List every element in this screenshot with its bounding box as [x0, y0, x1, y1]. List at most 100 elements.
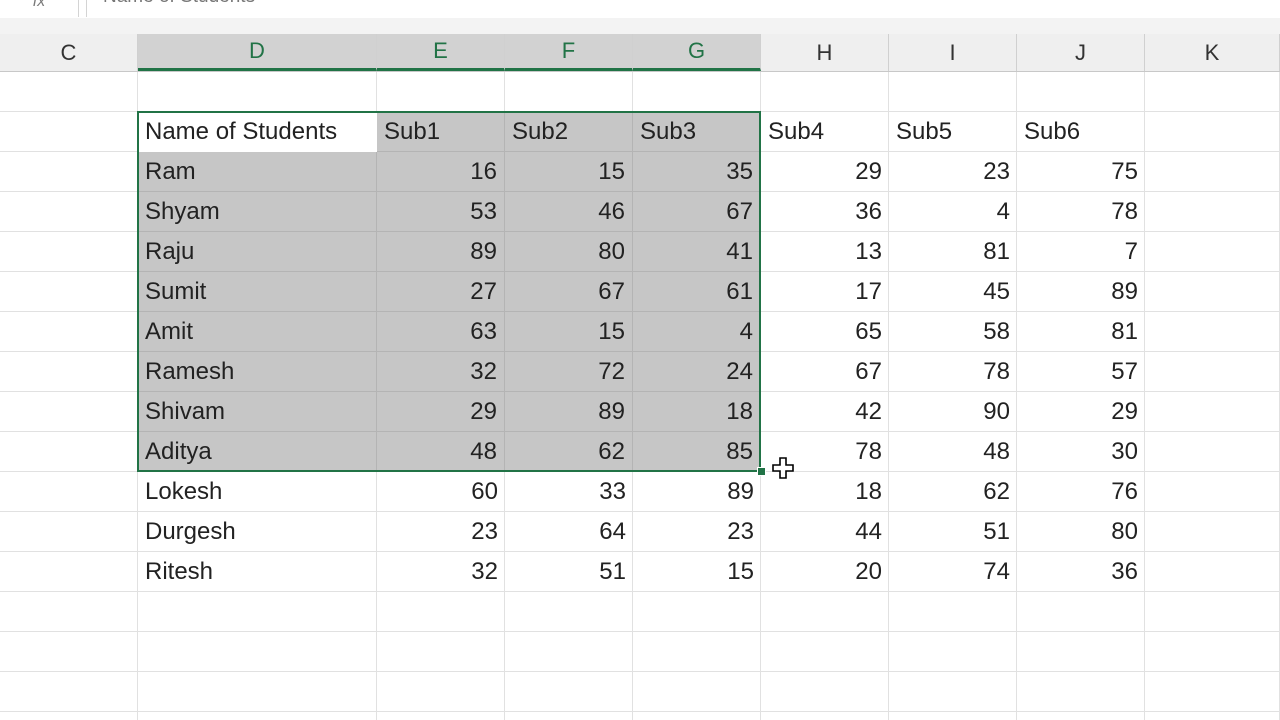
formula-text: Name of Students — [103, 0, 255, 8]
name-cell[interactable]: Durgesh — [138, 512, 377, 552]
score-cell[interactable]: 32 — [377, 352, 505, 392]
name-cell[interactable]: Amit — [138, 312, 377, 352]
name-cell[interactable]: Sumit — [138, 272, 377, 312]
score-cell[interactable]: 15 — [505, 312, 633, 352]
score-cell[interactable]: 23 — [377, 512, 505, 552]
score-cell[interactable]: 75 — [1017, 152, 1145, 192]
formula-bar: fx Name of Students — [0, 0, 1280, 19]
score-cell[interactable]: 24 — [633, 352, 761, 392]
score-cell[interactable]: 16 — [377, 152, 505, 192]
score-cell[interactable]: 48 — [889, 432, 1017, 472]
score-cell[interactable]: 4 — [889, 192, 1017, 232]
score-cell[interactable]: 23 — [889, 152, 1017, 192]
score-cell[interactable]: 67 — [505, 272, 633, 312]
score-cell[interactable]: 89 — [377, 232, 505, 272]
score-cell[interactable]: 80 — [505, 232, 633, 272]
score-cell[interactable]: 29 — [1017, 392, 1145, 432]
score-cell[interactable]: 32 — [377, 552, 505, 592]
score-cell[interactable]: 58 — [889, 312, 1017, 352]
name-cell[interactable]: Shivam — [138, 392, 377, 432]
name-cell[interactable]: Ram — [138, 152, 377, 192]
score-cell[interactable]: 90 — [889, 392, 1017, 432]
name-cell[interactable]: Lokesh — [138, 472, 377, 512]
score-cell[interactable]: 48 — [377, 432, 505, 472]
column-header-g[interactable]: G — [633, 34, 761, 71]
fill-handle[interactable] — [757, 467, 766, 476]
score-cell[interactable]: 61 — [633, 272, 761, 312]
score-cell[interactable]: 7 — [1017, 232, 1145, 272]
score-cell[interactable]: 51 — [505, 552, 633, 592]
fx-button[interactable]: fx — [0, 0, 79, 17]
score-cell[interactable]: 74 — [889, 552, 1017, 592]
name-cell[interactable]: Shyam — [138, 192, 377, 232]
score-cell[interactable]: 15 — [633, 552, 761, 592]
cross-cursor-icon — [772, 457, 794, 479]
score-cell[interactable]: 78 — [889, 352, 1017, 392]
score-cell[interactable]: 18 — [633, 392, 761, 432]
score-cell[interactable]: 81 — [1017, 312, 1145, 352]
column-header-d[interactable]: D — [138, 34, 377, 71]
score-cell[interactable]: 44 — [761, 512, 889, 552]
column-header-f[interactable]: F — [505, 34, 633, 71]
header-cell[interactable]: Sub3 — [633, 112, 761, 152]
score-cell[interactable]: 20 — [761, 552, 889, 592]
score-cell[interactable]: 17 — [761, 272, 889, 312]
score-cell[interactable]: 30 — [1017, 432, 1145, 472]
column-header-i[interactable]: I — [889, 34, 1017, 71]
score-cell[interactable]: 89 — [633, 472, 761, 512]
score-cell[interactable]: 89 — [505, 392, 633, 432]
score-cell[interactable]: 67 — [761, 352, 889, 392]
score-cell[interactable]: 62 — [889, 472, 1017, 512]
score-cell[interactable]: 63 — [377, 312, 505, 352]
score-cell[interactable]: 85 — [633, 432, 761, 472]
score-cell[interactable]: 45 — [889, 272, 1017, 312]
score-cell[interactable]: 42 — [761, 392, 889, 432]
column-header-j[interactable]: J — [1017, 34, 1145, 71]
column-header-h[interactable]: H — [761, 34, 889, 71]
score-cell[interactable]: 41 — [633, 232, 761, 272]
score-cell[interactable]: 29 — [377, 392, 505, 432]
score-cell[interactable]: 51 — [889, 512, 1017, 552]
formula-input[interactable]: Name of Students — [86, 0, 1267, 17]
header-cell[interactable]: Name of Students — [138, 112, 377, 152]
score-cell[interactable]: 53 — [377, 192, 505, 232]
score-cell[interactable]: 65 — [761, 312, 889, 352]
score-cell[interactable]: 76 — [1017, 472, 1145, 512]
name-cell[interactable]: Ramesh — [138, 352, 377, 392]
score-cell[interactable]: 72 — [505, 352, 633, 392]
score-cell[interactable]: 33 — [505, 472, 633, 512]
column-header-e[interactable]: E — [377, 34, 505, 71]
gridline-horizontal — [0, 711, 1280, 712]
score-cell[interactable]: 46 — [505, 192, 633, 232]
header-cell[interactable]: Sub4 — [761, 112, 889, 152]
score-cell[interactable]: 36 — [761, 192, 889, 232]
score-cell[interactable]: 23 — [633, 512, 761, 552]
score-cell[interactable]: 89 — [1017, 272, 1145, 312]
score-cell[interactable]: 36 — [1017, 552, 1145, 592]
fx-label: fx — [32, 0, 46, 10]
name-cell[interactable]: Aditya — [138, 432, 377, 472]
header-cell[interactable]: Sub1 — [377, 112, 505, 152]
score-cell[interactable]: 78 — [1017, 192, 1145, 232]
score-cell[interactable]: 35 — [633, 152, 761, 192]
name-cell[interactable]: Raju — [138, 232, 377, 272]
header-cell[interactable]: Sub6 — [1017, 112, 1145, 152]
name-cell[interactable]: Ritesh — [138, 552, 377, 592]
score-cell[interactable]: 15 — [505, 152, 633, 192]
score-cell[interactable]: 67 — [633, 192, 761, 232]
score-cell[interactable]: 13 — [761, 232, 889, 272]
score-cell[interactable]: 60 — [377, 472, 505, 512]
score-cell[interactable]: 80 — [1017, 512, 1145, 552]
gridline-horizontal — [0, 671, 1280, 672]
score-cell[interactable]: 4 — [633, 312, 761, 352]
score-cell[interactable]: 57 — [1017, 352, 1145, 392]
header-cell[interactable]: Sub2 — [505, 112, 633, 152]
score-cell[interactable]: 64 — [505, 512, 633, 552]
header-cell[interactable]: Sub5 — [889, 112, 1017, 152]
score-cell[interactable]: 62 — [505, 432, 633, 472]
column-header-k[interactable]: K — [1145, 34, 1280, 71]
score-cell[interactable]: 27 — [377, 272, 505, 312]
column-header-c[interactable]: C — [0, 34, 138, 71]
score-cell[interactable]: 29 — [761, 152, 889, 192]
score-cell[interactable]: 81 — [889, 232, 1017, 272]
